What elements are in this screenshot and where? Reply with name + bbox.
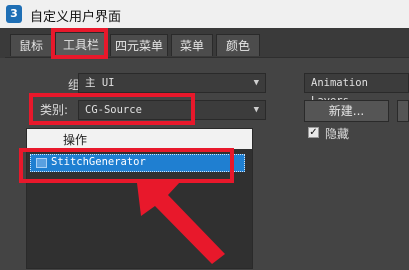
tab-menus[interactable]: 菜单 bbox=[171, 34, 213, 56]
group-dropdown-value: 主 UI bbox=[85, 77, 115, 89]
chevron-down-icon: ▼ bbox=[253, 105, 259, 115]
tab-quad-menu[interactable]: 四元菜单 bbox=[110, 34, 168, 56]
chevron-down-icon: ▼ bbox=[253, 78, 259, 88]
tab-mouse[interactable]: 鼠标 bbox=[10, 34, 52, 56]
hide-checkbox[interactable]: ✓ bbox=[308, 127, 319, 138]
window-title: 自定义用户界面 bbox=[30, 10, 122, 25]
action-column-header[interactable]: 操作 bbox=[27, 129, 252, 149]
secondary-button[interactable] bbox=[397, 100, 409, 122]
highlight-box-category bbox=[29, 93, 195, 125]
layers-dropdown[interactable]: Animation Layers bbox=[304, 73, 409, 107]
group-dropdown[interactable]: 主 UI ▼ bbox=[78, 73, 266, 93]
highlight-box-toolbar-tab bbox=[51, 28, 108, 59]
title-bar: 3 自定义用户界面 bbox=[0, 0, 409, 28]
new-button[interactable]: 新建... bbox=[304, 100, 389, 122]
hide-label: 隐藏 bbox=[325, 127, 350, 141]
highlight-box-list-item bbox=[19, 148, 234, 183]
app-icon: 3 bbox=[6, 5, 22, 23]
tab-colors[interactable]: 颜色 bbox=[216, 34, 260, 56]
